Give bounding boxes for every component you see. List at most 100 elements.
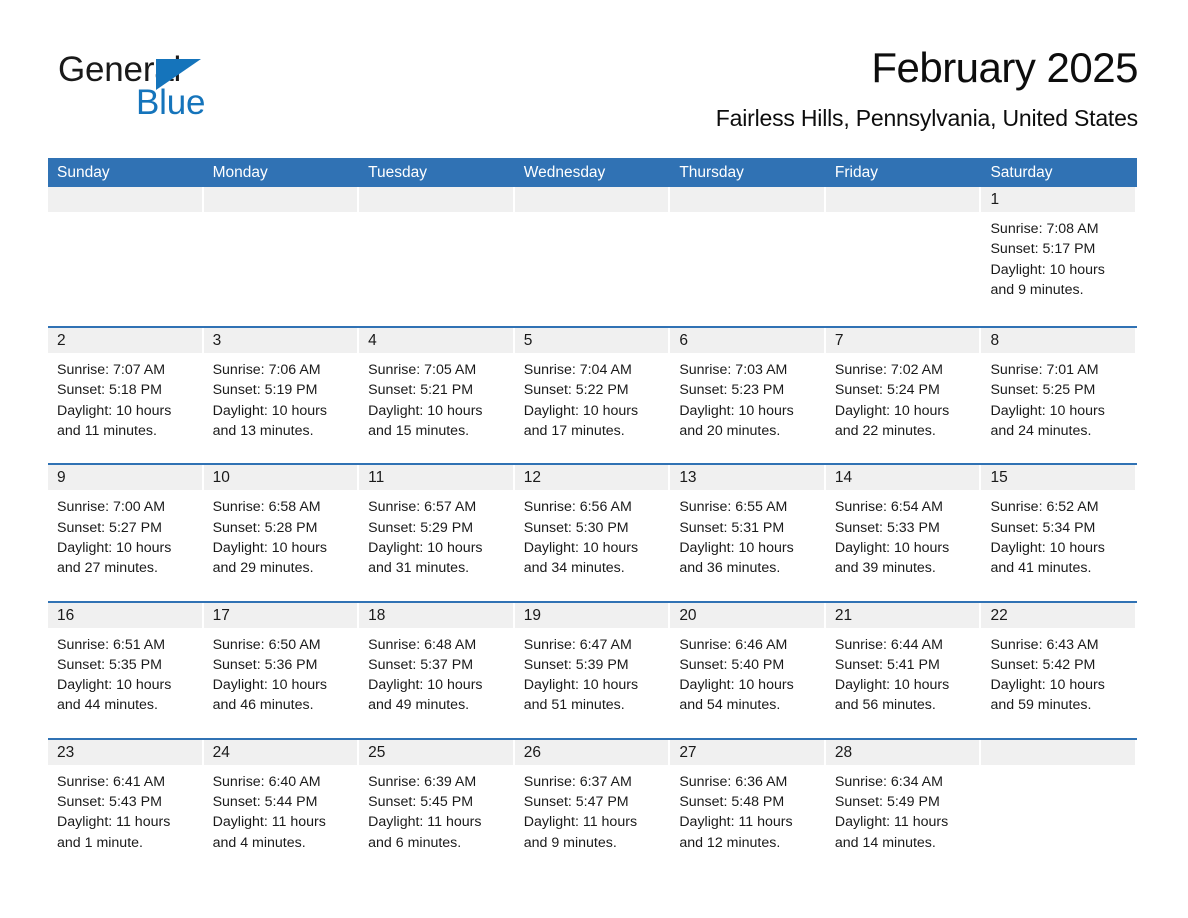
sunrise-text: Sunrise: 6:43 AM xyxy=(990,636,1099,653)
calendar-day-cell[interactable]: 7 Sunrise: 7:02 AM Sunset: 5:24 PM Daylight… xyxy=(825,328,982,463)
day-number-band: 18 xyxy=(359,602,513,628)
calendar-week-row: 23 Sunrise: 6:41 AM Sunset: 5:43 PM Dayligh… xyxy=(48,737,1137,875)
day-number-band: 1 xyxy=(981,187,1136,212)
sunrise-text: Sunrise: 6:54 AM xyxy=(834,499,943,516)
calendar-week-cells: 2 Sunrise: 7:07 AM Sunset: 5:18 PM Daylight… xyxy=(48,328,1137,463)
daylight-text-line2: and 56 minutes. xyxy=(834,697,936,714)
day-details: Sunrise: 6:44 AM Sunset: 5:41 PM Daylight:… xyxy=(826,628,982,716)
day-details: Sunrise: 6:36 AM Sunset: 5:48 PM Daylight:… xyxy=(670,765,826,853)
daylight-text-line2: and 46 minutes. xyxy=(212,697,314,714)
sunset-text: Sunset: 5:31 PM xyxy=(679,519,785,536)
day-number: 10 xyxy=(212,469,230,487)
page-title: February 2025 xyxy=(871,44,1138,91)
day-number-band: 8 xyxy=(981,328,1136,354)
day-details: Sunrise: 6:51 AM Sunset: 5:35 PM Daylight:… xyxy=(48,628,204,716)
calendar-day-cell[interactable]: 22 Sunrise: 6:43 AM Sunset: 5:42 PM Dayligh… xyxy=(981,602,1137,738)
day-number-band xyxy=(670,187,824,212)
calendar-day-cell[interactable]: 2 Sunrise: 7:07 AM Sunset: 5:18 PM Daylight… xyxy=(48,328,204,463)
calendar-day-cell[interactable]: 28 Sunrise: 6:34 AM Sunset: 5:49 PM Dayligh… xyxy=(825,739,982,875)
day-number: 17 xyxy=(212,606,230,624)
calendar-day-cell[interactable]: 21 Sunrise: 6:44 AM Sunset: 5:41 PM Dayligh… xyxy=(825,602,982,738)
calendar-day-cell[interactable]: 26 Sunrise: 6:37 AM Sunset: 5:47 PM Dayligh… xyxy=(514,739,671,875)
sunset-text: Sunset: 5:24 PM xyxy=(834,382,940,399)
sunset-text: Sunset: 5:27 PM xyxy=(57,519,162,536)
weekday-header-friday: Friday xyxy=(834,164,878,181)
weekday-header-tuesday: Tuesday xyxy=(368,164,428,181)
calendar-day-cell[interactable]: 12 Sunrise: 6:56 AM Sunset: 5:30 PM Dayligh… xyxy=(514,465,671,600)
sunrise-text: Sunrise: 6:56 AM xyxy=(523,499,632,516)
day-number: 21 xyxy=(834,606,853,624)
day-details: Sunrise: 7:07 AM Sunset: 5:18 PM Daylight:… xyxy=(48,353,204,441)
daylight-text-line1: Daylight: 10 hours xyxy=(990,261,1105,278)
sunset-text: Sunset: 5:34 PM xyxy=(990,519,1096,536)
daylight-text-line2: and 36 minutes. xyxy=(679,560,781,577)
daylight-text-line1: Daylight: 10 hours xyxy=(523,539,639,556)
day-number-band: 25 xyxy=(359,739,513,765)
day-number-band: 6 xyxy=(670,328,824,354)
daylight-text-line2: and 24 minutes. xyxy=(990,423,1092,440)
calendar-day-cell[interactable]: 25 Sunrise: 6:39 AM Sunset: 5:45 PM Dayligh… xyxy=(359,739,515,875)
daylight-text-line2: and 20 minutes. xyxy=(679,423,781,440)
sunset-text: Sunset: 5:35 PM xyxy=(57,656,162,673)
day-number-band: 2 xyxy=(48,328,202,354)
calendar-day-cell[interactable]: 8 Sunrise: 7:01 AM Sunset: 5:25 PM Daylight… xyxy=(981,328,1137,463)
calendar-day-cell[interactable]: 1 Sunrise: 7:08 AM Sunset: 5:17 PM Daylight… xyxy=(981,187,1137,326)
daylight-text-line2: and 41 minutes. xyxy=(990,560,1092,577)
calendar-day-cell[interactable]: 5 Sunrise: 7:04 AM Sunset: 5:22 PM Daylight… xyxy=(514,328,671,463)
daylight-text-line1: Daylight: 10 hours xyxy=(834,402,950,419)
day-number: 7 xyxy=(834,332,844,350)
general-blue-logo: General Blue xyxy=(58,51,318,131)
calendar-day-cell[interactable]: 20 Sunrise: 6:46 AM Sunset: 5:40 PM Dayligh… xyxy=(670,602,826,738)
calendar-day-cell[interactable]: 3 Sunrise: 7:06 AM Sunset: 5:19 PM Daylight… xyxy=(203,328,360,463)
calendar-day-cell[interactable]: 4 Sunrise: 7:05 AM Sunset: 5:21 PM Daylight… xyxy=(359,328,515,463)
daylight-text-line2: and 15 minutes. xyxy=(368,423,470,440)
day-details: Sunrise: 6:57 AM Sunset: 5:29 PM Daylight:… xyxy=(359,490,515,578)
calendar-day-cell[interactable]: 24 Sunrise: 6:40 AM Sunset: 5:44 PM Dayligh… xyxy=(203,739,360,875)
calendar-day-cell[interactable]: 15 Sunrise: 6:52 AM Sunset: 5:34 PM Dayligh… xyxy=(981,465,1137,600)
day-number: 24 xyxy=(212,743,230,761)
day-details: Sunrise: 6:40 AM Sunset: 5:44 PM Daylight:… xyxy=(204,765,360,853)
calendar-day-cell[interactable]: 19 Sunrise: 6:47 AM Sunset: 5:39 PM Dayligh… xyxy=(514,602,671,738)
daylight-text-line2: and 27 minutes. xyxy=(57,560,158,577)
calendar-day-cell-empty xyxy=(203,187,360,326)
weekday-header-thursday: Thursday xyxy=(679,164,744,181)
day-details: Sunrise: 7:04 AM Sunset: 5:22 PM Daylight:… xyxy=(515,353,671,441)
daylight-text-line2: and 11 minutes. xyxy=(57,423,157,440)
daylight-text-line2: and 12 minutes. xyxy=(679,834,781,851)
calendar-week-cells: 16 Sunrise: 6:51 AM Sunset: 5:35 PM Dayligh… xyxy=(48,602,1137,738)
calendar-day-cell[interactable]: 16 Sunrise: 6:51 AM Sunset: 5:35 PM Dayligh… xyxy=(48,602,204,738)
sunset-text: Sunset: 5:19 PM xyxy=(212,382,318,399)
calendar-day-cell[interactable]: 18 Sunrise: 6:48 AM Sunset: 5:37 PM Dayligh… xyxy=(359,602,515,738)
day-number-band: 12 xyxy=(514,465,669,491)
daylight-text-line2: and 14 minutes. xyxy=(834,834,936,851)
calendar-day-cell[interactable]: 10 Sunrise: 6:58 AM Sunset: 5:28 PM Dayligh… xyxy=(203,465,360,600)
sunset-text: Sunset: 5:37 PM xyxy=(368,656,474,673)
calendar-week-row: 9 Sunrise: 7:00 AM Sunset: 5:27 PM Daylight… xyxy=(48,463,1137,600)
sunset-text: Sunset: 5:17 PM xyxy=(990,241,1096,258)
calendar-day-cell[interactable]: 13 Sunrise: 6:55 AM Sunset: 5:31 PM Dayligh… xyxy=(670,465,826,600)
day-number: 27 xyxy=(679,743,697,761)
day-details: Sunrise: 7:03 AM Sunset: 5:23 PM Daylight:… xyxy=(670,353,826,441)
sunrise-text: Sunrise: 6:55 AM xyxy=(679,499,788,516)
daylight-text-line1: Daylight: 10 hours xyxy=(679,402,794,419)
calendar-day-cell[interactable]: 23 Sunrise: 6:41 AM Sunset: 5:43 PM Dayligh… xyxy=(48,739,204,875)
calendar-day-cell[interactable]: 27 Sunrise: 6:36 AM Sunset: 5:48 PM Dayligh… xyxy=(670,739,826,875)
day-details: Sunrise: 6:55 AM Sunset: 5:31 PM Daylight:… xyxy=(670,490,826,578)
day-number-band xyxy=(514,187,669,212)
day-number-band: 28 xyxy=(825,739,980,765)
daylight-text-line1: Daylight: 10 hours xyxy=(990,539,1105,556)
calendar-day-cell[interactable]: 9 Sunrise: 7:00 AM Sunset: 5:27 PM Daylight… xyxy=(48,465,204,600)
day-number-band: 10 xyxy=(203,465,358,491)
calendar-day-cell[interactable]: 17 Sunrise: 6:50 AM Sunset: 5:36 PM Dayligh… xyxy=(203,602,360,738)
calendar-week-cells: 23 Sunrise: 6:41 AM Sunset: 5:43 PM Dayligh… xyxy=(48,739,1137,875)
daylight-text-line2: and 59 minutes. xyxy=(990,697,1092,714)
calendar-day-cell-empty xyxy=(981,739,1137,875)
logo-text-blue: Blue xyxy=(136,83,206,122)
day-details: Sunrise: 7:00 AM Sunset: 5:27 PM Daylight:… xyxy=(48,490,204,578)
sunrise-text: Sunrise: 7:08 AM xyxy=(990,221,1099,237)
calendar-day-cell[interactable]: 14 Sunrise: 6:54 AM Sunset: 5:33 PM Dayligh… xyxy=(825,465,982,600)
calendar-day-cell[interactable]: 11 Sunrise: 6:57 AM Sunset: 5:29 PM Dayligh… xyxy=(359,465,515,600)
sunrise-text: Sunrise: 6:37 AM xyxy=(523,773,632,790)
page-subtitle: Fairless Hills, Pennsylvania, United Sta… xyxy=(715,105,1138,131)
calendar-day-cell[interactable]: 6 Sunrise: 7:03 AM Sunset: 5:23 PM Daylight… xyxy=(670,328,826,463)
